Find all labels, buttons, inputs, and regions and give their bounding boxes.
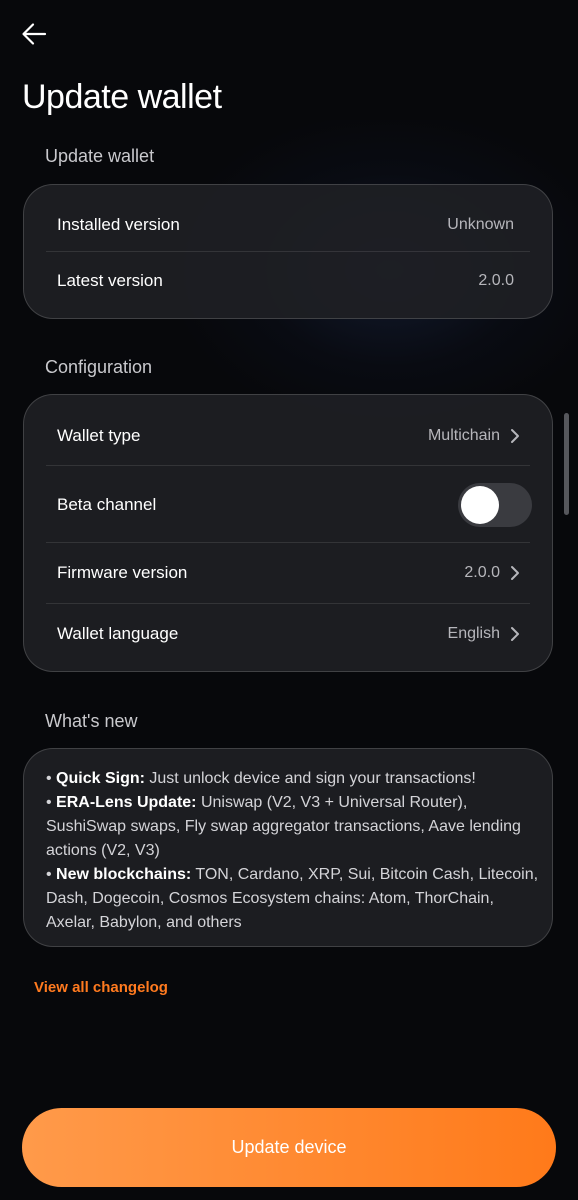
whats-new-item: • New blockchains: TON, Cardano, XRP, Su… [46, 866, 539, 883]
whats-new-card: • Quick Sign: Just unlock device and sig… [23, 748, 553, 947]
wallet-type-row[interactable]: Wallet type Multichain [46, 415, 530, 457]
installed-version-label: Installed version [57, 215, 180, 234]
wallet-type-label: Wallet type [57, 426, 141, 445]
view-all-changelog-link[interactable]: View all changelog [34, 979, 168, 996]
wallet-language-value: English [447, 625, 500, 642]
installed-version-value: Unknown [447, 216, 514, 233]
chevron-right-icon [510, 428, 520, 444]
wallet-language-row[interactable]: Wallet language English [46, 613, 530, 655]
divider [46, 465, 530, 466]
latest-version-row: Latest version 2.0.0 [46, 261, 530, 301]
chevron-right-icon [510, 626, 520, 642]
whats-new-item: • Quick Sign: Just unlock device and sig… [46, 770, 476, 787]
chevron-right-icon [510, 565, 520, 581]
divider [46, 542, 530, 543]
firmware-version-row[interactable]: Firmware version 2.0.0 [46, 552, 530, 594]
toggle-knob [461, 486, 499, 524]
firmware-version-label: Firmware version [57, 563, 188, 582]
latest-version-label: Latest version [57, 271, 163, 290]
beta-channel-row: Beta channel [46, 481, 532, 529]
whats-new-item-continuation: actions (V2, V3) [46, 842, 160, 859]
latest-version-value: 2.0.0 [478, 272, 514, 289]
firmware-version-value: 2.0.0 [464, 564, 500, 581]
whats-new-item-continuation: Dash, Dogecoin, Cosmos Ecosystem chains:… [46, 890, 494, 907]
whats-new-item-continuation: Axelar, Babylon, and others [46, 914, 242, 931]
section-label-whats-new: What's new [45, 711, 138, 731]
section-label-update-wallet: Update wallet [45, 146, 155, 166]
beta-channel-label: Beta channel [57, 495, 157, 514]
version-card: Installed version Unknown Latest version… [23, 184, 553, 319]
update-device-button[interactable]: Update device [22, 1108, 556, 1187]
whats-new-list: • Quick Sign: Just unlock device and sig… [46, 767, 538, 935]
wallet-language-label: Wallet language [57, 624, 179, 643]
installed-version-row: Installed version Unknown [46, 205, 530, 245]
whats-new-item-continuation: SushiSwap swaps, Fly swap aggregator tra… [46, 818, 521, 835]
arrow-left-icon [21, 21, 47, 52]
wallet-type-value: Multichain [427, 427, 500, 444]
whats-new-item: • ERA-Lens Update: Uniswap (V2, V3 + Uni… [46, 794, 468, 811]
configuration-card: Wallet type Multichain Beta channel Firm… [23, 394, 553, 672]
beta-channel-toggle[interactable] [458, 483, 532, 527]
section-label-configuration: Configuration [45, 357, 153, 377]
scrollbar[interactable] [564, 413, 569, 515]
divider [46, 603, 530, 604]
divider [46, 251, 530, 252]
back-button[interactable] [14, 16, 54, 56]
page-title: Update wallet [22, 78, 222, 116]
